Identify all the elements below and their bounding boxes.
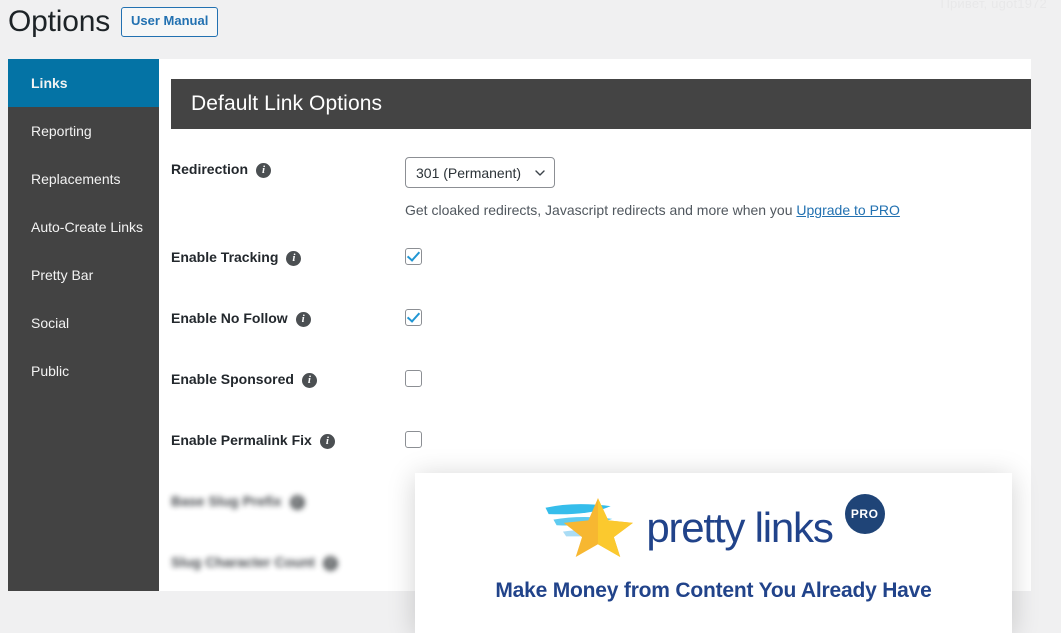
field-label-text: Enable Tracking [171,249,279,265]
sidebar-item-label: Reporting [31,123,92,139]
sidebar-item-public[interactable]: Public [8,347,159,395]
upgrade-to-pro-link[interactable]: Upgrade to PRO [796,202,900,218]
label-enable-no-follow: Enable No Follow i [171,306,405,327]
field-label-text: Enable Permalink Fix [171,432,312,448]
field-label-text: Slug Character Count [171,554,315,570]
logo-wordmark: pretty links [646,504,834,551]
sidebar-item-replacements[interactable]: Replacements [8,155,159,203]
sidebar-item-pretty-bar[interactable]: Pretty Bar [8,251,159,299]
label-enable-permalink-fix: Enable Permalink Fix i [171,428,405,449]
field-enable-tracking [405,245,1031,270]
label-redirection: Redirection i [171,157,405,178]
row-enable-tracking: Enable Tracking i [171,245,1031,306]
enable-sponsored-checkbox[interactable] [405,370,422,387]
star-swoosh-logo-icon [542,495,638,557]
sidebar-item-label: Pretty Bar [31,267,94,283]
sidebar-item-label: Auto-Create Links [31,219,144,235]
sidebar-item-auto-create-links[interactable]: Auto-Create Links [8,203,159,251]
help-text-prefix: Get cloaked redirects, Javascript redire… [405,202,797,218]
redirection-select-wrapper: 301 (Permanent) [405,157,555,188]
row-enable-sponsored: Enable Sponsored i [171,367,1031,428]
sidebar-item-label: Public [31,363,70,379]
field-label-text: Redirection [171,161,249,177]
field-enable-no-follow [405,306,1031,331]
row-enable-no-follow: Enable No Follow i [171,306,1031,367]
promo-modal[interactable]: pretty links PRO Make Money from Content… [415,473,1012,633]
pretty-links-pro-logo: pretty links PRO [415,473,1012,557]
info-icon[interactable]: i [295,311,311,327]
field-label-text: Enable No Follow [171,310,288,326]
info-icon[interactable]: i [289,494,305,510]
panel-title: Default Link Options [191,92,383,115]
sidebar-item-label: Social [31,315,70,331]
adminbar-greeting[interactable]: Привет, ugot1972 [940,0,1047,11]
label-enable-tracking: Enable Tracking i [171,245,405,266]
field-label-text: Enable Sponsored [171,371,294,387]
label-base-slug-prefix: Base Slug Prefix i [171,489,405,510]
field-redirection: 301 (Permanent) Get cloaked redirects, J… [405,157,1031,221]
sidebar-item-label: Links [31,75,68,91]
redirection-help-text: Get cloaked redirects, Javascript redire… [405,200,1031,221]
redirection-select[interactable]: 301 (Permanent) [405,157,555,188]
sidebar-item-reporting[interactable]: Reporting [8,107,159,155]
enable-tracking-checkbox[interactable] [405,248,422,265]
label-slug-character-count: Slug Character Count i [171,550,405,571]
sidebar-item-label: Replacements [31,171,121,187]
sidebar-item-links[interactable]: Links [8,59,159,107]
page-header: Options User Manual [8,0,219,44]
info-icon[interactable]: i [286,250,302,266]
promo-headline: Make Money from Content You Already Have [495,579,932,602]
field-enable-sponsored [405,367,1031,392]
enable-permalink-fix-checkbox[interactable] [405,431,422,448]
panel-header: Default Link Options [171,79,1031,129]
row-redirection: Redirection i 301 (Permanent) Get cloake… [171,157,1031,221]
page-title: Options [8,5,110,38]
info-icon[interactable]: i [319,433,335,449]
options-sidebar: Links Reporting Replacements Auto-Create… [8,59,159,591]
label-enable-sponsored: Enable Sponsored i [171,367,405,388]
field-enable-permalink-fix [405,428,1031,453]
info-icon[interactable]: i [301,372,317,388]
pro-badge: PRO [844,494,885,534]
field-label-text: Base Slug Prefix [171,493,282,509]
sidebar-item-social[interactable]: Social [8,299,159,347]
info-icon[interactable]: i [322,555,338,571]
user-manual-button[interactable]: User Manual [121,7,219,37]
info-icon[interactable]: i [256,162,272,178]
enable-no-follow-checkbox[interactable] [405,309,422,326]
